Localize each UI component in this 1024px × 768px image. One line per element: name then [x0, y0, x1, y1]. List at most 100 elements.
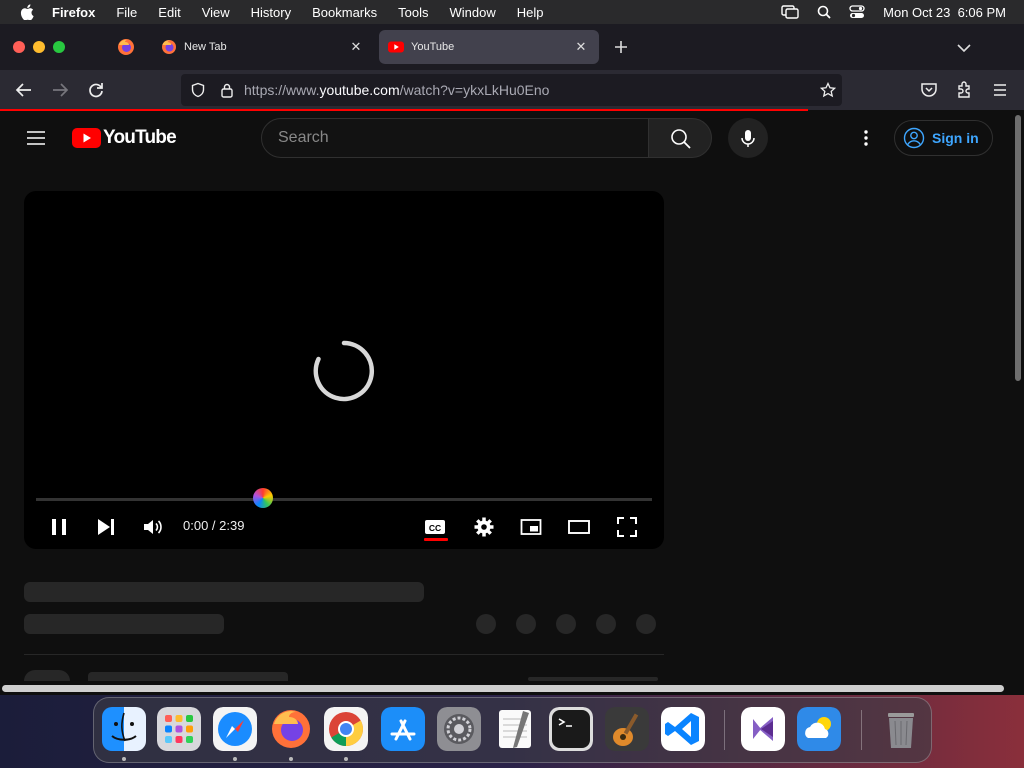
url-text[interactable]: https://www.youtube.com/watch?v=ykxLkHu0… — [244, 82, 549, 98]
action-placeholder — [636, 614, 656, 634]
back-arrow-icon[interactable] — [14, 80, 34, 100]
weather-icon[interactable] — [797, 707, 841, 751]
garageband-icon[interactable] — [605, 707, 649, 751]
divider — [24, 654, 664, 655]
spotlight-icon[interactable] — [817, 5, 831, 19]
loading-spinner-icon — [313, 340, 375, 402]
tab-strip: New Tab ✕ YouTube ✕ — [0, 24, 1024, 70]
miniplayer-icon[interactable] — [520, 516, 542, 538]
menubar-clock[interactable]: Mon Oct 23 6:06 PM — [883, 5, 1006, 20]
guide-menu-icon[interactable] — [26, 128, 46, 148]
dock-separator — [861, 710, 862, 750]
close-tab-icon[interactable]: ✕ — [348, 39, 364, 55]
chrome-icon[interactable] — [324, 707, 368, 751]
action-placeholder — [516, 614, 536, 634]
control-center-icon[interactable] — [849, 5, 865, 19]
next-video-icon[interactable] — [95, 516, 117, 538]
search-box[interactable] — [261, 118, 649, 158]
vscode-icon[interactable] — [661, 707, 705, 751]
close-tab-icon[interactable]: ✕ — [573, 39, 589, 55]
action-placeholder — [556, 614, 576, 634]
system-settings-icon[interactable] — [437, 707, 481, 751]
menu-help[interactable]: Help — [517, 5, 544, 20]
menu-window[interactable]: Window — [450, 5, 496, 20]
youtube-play-logo-icon — [72, 128, 101, 148]
youtube-header: YouTube Sign in — [0, 111, 1012, 167]
finder-icon[interactable] — [102, 707, 146, 751]
hamburger-menu-icon[interactable] — [990, 80, 1010, 100]
menu-app-name[interactable]: Firefox — [52, 5, 95, 20]
bookmark-star-icon[interactable] — [820, 82, 836, 98]
youtube-wordmark: YouTube — [103, 127, 177, 148]
close-window-button[interactable] — [13, 41, 25, 53]
account-circle-icon — [903, 127, 925, 149]
captions-active-indicator — [424, 538, 448, 541]
apple-icon[interactable] — [20, 4, 34, 20]
pinned-firefox-tab-icon[interactable] — [117, 38, 135, 56]
reload-icon[interactable] — [86, 80, 106, 100]
visual-studio-icon[interactable] — [741, 707, 785, 751]
menu-history[interactable]: History — [251, 5, 291, 20]
menu-edit[interactable]: Edit — [158, 5, 180, 20]
safari-icon[interactable] — [213, 707, 257, 751]
window-controls — [13, 41, 65, 53]
video-player[interactable]: 0:00 / 2:39 CC — [24, 191, 664, 549]
minimize-window-button[interactable] — [33, 41, 45, 53]
sign-in-button[interactable]: Sign in — [894, 120, 993, 156]
theater-mode-icon[interactable] — [568, 516, 590, 538]
vertical-scrollbar[interactable] — [1012, 111, 1024, 687]
tab-title: YouTube — [411, 41, 455, 53]
search-button[interactable] — [648, 118, 712, 158]
macos-menubar: Firefox File Edit View History Bookmarks… — [0, 0, 1024, 24]
launchpad-icon[interactable] — [157, 707, 201, 751]
lock-icon[interactable] — [220, 82, 234, 98]
running-indicator — [233, 757, 237, 761]
dock — [93, 697, 932, 763]
sign-in-label: Sign in — [932, 130, 979, 146]
app-store-icon[interactable] — [381, 707, 425, 751]
avatar-placeholder — [24, 670, 70, 681]
dock-separator — [724, 710, 725, 750]
settings-kebab-icon[interactable] — [856, 128, 876, 148]
tracking-protection-shield-icon[interactable] — [190, 82, 206, 98]
list-all-tabs-chevron-icon[interactable] — [956, 40, 972, 56]
zoom-window-button[interactable] — [53, 41, 65, 53]
screen-mirroring-icon[interactable] — [781, 5, 799, 19]
search-input[interactable] — [262, 119, 648, 157]
video-progress-bar[interactable] — [36, 498, 652, 501]
horizontal-scroll-thumb[interactable] — [2, 685, 1004, 692]
svg-text:CC: CC — [429, 523, 441, 533]
settings-gear-icon[interactable] — [473, 516, 495, 538]
pause-icon[interactable] — [48, 516, 70, 538]
vertical-scroll-thumb[interactable] — [1015, 115, 1021, 381]
address-bar[interactable]: https://www.youtube.com/watch?v=ykxLkHu0… — [181, 74, 842, 106]
tab-new-tab[interactable]: New Tab ✕ — [152, 30, 374, 64]
channel-placeholder — [24, 614, 224, 634]
search-icon — [671, 129, 691, 149]
video-timecode: 0:00 / 2:39 — [183, 518, 245, 533]
firefox-dock-icon[interactable] — [269, 707, 313, 751]
extensions-puzzle-icon[interactable] — [955, 80, 975, 100]
running-indicator — [344, 757, 348, 761]
horizontal-scrollbar[interactable] — [0, 681, 1012, 695]
closed-captions-icon[interactable]: CC — [424, 516, 446, 538]
forward-arrow-icon[interactable] — [50, 80, 70, 100]
youtube-logo[interactable]: YouTube — [72, 127, 177, 149]
menu-bookmarks[interactable]: Bookmarks — [312, 5, 377, 20]
tab-youtube[interactable]: YouTube ✕ — [379, 30, 599, 64]
trash-icon[interactable] — [879, 707, 923, 751]
menu-view[interactable]: View — [202, 5, 230, 20]
voice-search-button[interactable] — [728, 118, 768, 158]
fullscreen-icon[interactable] — [616, 516, 638, 538]
running-indicator — [122, 757, 126, 761]
terminal-icon[interactable] — [549, 707, 593, 751]
title-placeholder — [24, 582, 424, 602]
textedit-icon[interactable] — [493, 707, 537, 751]
menu-file[interactable]: File — [116, 5, 137, 20]
new-tab-plus-icon[interactable] — [612, 38, 630, 56]
scrubber-handle[interactable] — [253, 488, 273, 508]
menu-tools[interactable]: Tools — [398, 5, 428, 20]
action-placeholder — [596, 614, 616, 634]
pocket-icon[interactable] — [919, 80, 939, 100]
volume-icon[interactable] — [142, 516, 164, 538]
